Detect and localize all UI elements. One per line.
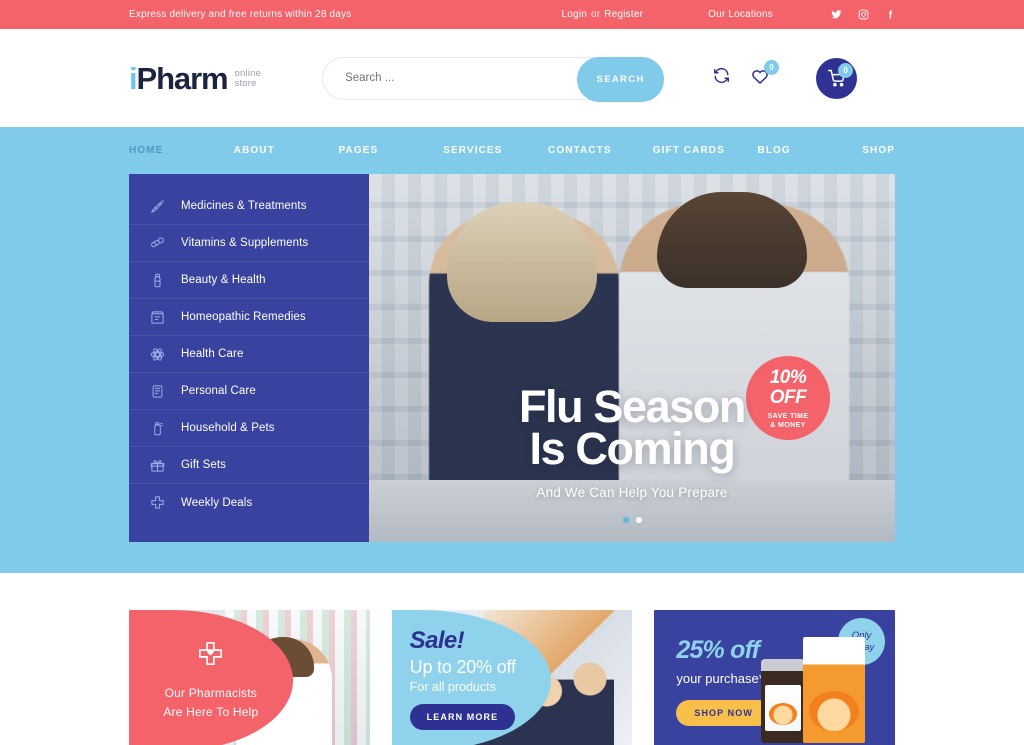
hero-carousel: Medicines & Treatments Vitamins & Supple… [0,174,1024,542]
shop-now-button[interactable]: SHOP NOW [676,700,771,726]
category-item-beauty[interactable]: Beauty & Health [129,262,369,299]
main-navigation: HOME ABOUT PAGES SERVICES CONTACTS GIFT … [0,127,1024,174]
carousel-dot-1[interactable] [622,517,629,523]
promo-card-pharmacists[interactable]: Our Pharmacists Are Here To Help [129,610,370,745]
promo-line1: Our Pharmacists [164,685,257,700]
category-label: Homeopathic Remedies [181,311,306,323]
logo-tagline: online store [234,68,262,94]
promo-card-discount[interactable]: 25% off your purchase* SHOP NOW Only Tod… [654,610,896,745]
nav-item-home[interactable]: HOME [129,145,234,156]
register-link[interactable]: Register [604,9,643,20]
hero-slide: 10% OFF SAVE TIME & MONEY Flu Season Is … [369,174,895,542]
search-bar[interactable]: SEARCH [322,56,665,102]
carousel-dots [369,517,895,523]
logo-letter-i: i [129,60,138,96]
our-locations-link[interactable]: Our Locations [708,9,773,20]
discount-title: 25% off [676,636,760,664]
auth-separator: or [591,9,601,20]
delivery-message: Express delivery and free returns within… [129,9,352,20]
wishlist-count: 0 [764,59,780,75]
probiotics-bottle-image [761,659,806,743]
category-item-health-care[interactable]: Health Care [129,336,369,373]
learn-more-button[interactable]: LEARN MORE [409,704,516,730]
spray-bottle-icon [149,420,166,437]
auth-links: Login or Register [562,9,644,20]
promo-cards: Our Pharmacists Are Here To Help Sale! U… [0,573,1024,745]
hero-title: Flu Season Is Coming [369,384,895,475]
hero-subtitle: And We Can Help You Prepare [536,484,728,500]
cart-count: 0 [838,62,854,78]
remedy-box-icon [149,309,166,326]
sale-line2: For all products [409,680,496,694]
header-actions: 0 0 [712,57,858,99]
category-label: Gift Sets [181,459,226,471]
category-item-vitamins[interactable]: Vitamins & Supplements [129,225,369,262]
discount-percent: 10% [769,366,807,388]
nav-item-blog[interactable]: BLOG [758,145,863,156]
category-label: Medicines & Treatments [181,200,307,212]
nav-item-gift-cards[interactable]: GIFT CARDS [653,145,758,156]
probiotics-box-image [803,637,866,743]
cart-button[interactable]: 0 [816,57,858,99]
category-label: Weekly Deals [181,496,253,509]
pharmacy-cross-heart-icon [197,640,224,672]
logo-tagline-line2: store [234,78,257,90]
category-label: Household & Pets [181,422,275,434]
promo-line2: Are Here To Help [163,704,259,719]
site-header: iPharm online store SEARCH 0 0 [0,29,1024,127]
nav-item-services[interactable]: SERVICES [443,145,548,156]
gift-icon [149,457,166,474]
nav-item-contacts[interactable]: CONTACTS [548,145,653,156]
category-label: Personal Care [181,385,256,397]
top-bar-right: Login or Register Our Locations [562,9,896,20]
category-item-weekly-deals[interactable]: Weekly Deals [129,484,369,521]
logo[interactable]: iPharm online store [129,63,261,94]
carousel-dot-2[interactable] [635,517,642,523]
category-item-household-pets[interactable]: Household & Pets [129,410,369,447]
category-item-personal-care[interactable]: Personal Care [129,373,369,410]
login-link[interactable]: Login [562,9,587,20]
nav-item-pages[interactable]: PAGES [339,145,444,156]
top-bar: Express delivery and free returns within… [0,0,1024,29]
sale-line1: Up to 20% off [409,657,516,677]
molecule-icon [149,346,166,363]
hero-title-line2: Is Coming [529,423,736,475]
syringe-icon [149,198,166,215]
discount-subtitle: your purchase* [676,671,764,686]
hero-section: HOME ABOUT PAGES SERVICES CONTACTS GIFT … [0,127,1024,573]
search-input[interactable] [345,72,526,84]
instagram-icon[interactable] [858,9,869,20]
search-button[interactable]: SEARCH [577,56,665,102]
category-label: Beauty & Health [181,274,266,286]
bottle-icon [149,272,166,289]
promo-panel: 25% off your purchase* SHOP NOW [676,636,771,726]
personal-care-icon [149,383,166,400]
category-label: Vitamins & Supplements [181,237,309,249]
promo-card-sale[interactable]: Sale! Up to 20% off For all products LEA… [391,610,633,745]
category-sidebar: Medicines & Treatments Vitamins & Supple… [129,174,369,542]
facebook-icon[interactable] [885,9,896,20]
hero-copy: Flu Season Is Coming And We Can Help You… [369,384,895,500]
category-item-medicines[interactable]: Medicines & Treatments [129,188,369,225]
promo-panel: Sale! Up to 20% off For all products LEA… [391,610,551,745]
logo-word: Pharm [136,60,229,96]
promo-text: Our Pharmacists Are Here To Help [163,684,258,721]
twitter-icon[interactable] [831,9,842,20]
sale-title: Sale! [409,627,465,654]
capsule-icon [149,235,166,252]
cross-deals-icon [149,494,166,511]
category-item-homeopathic[interactable]: Homeopathic Remedies [129,299,369,336]
category-label: Health Care [181,348,244,360]
wishlist-icon[interactable]: 0 [750,59,780,91]
nav-item-about[interactable]: ABOUT [234,145,339,156]
category-item-gift-sets[interactable]: Gift Sets [129,447,369,484]
nav-item-shop[interactable]: SHOP [862,145,895,156]
logo-text: iPharm [129,60,229,96]
compare-icon[interactable] [712,66,731,90]
social-links [831,9,896,20]
